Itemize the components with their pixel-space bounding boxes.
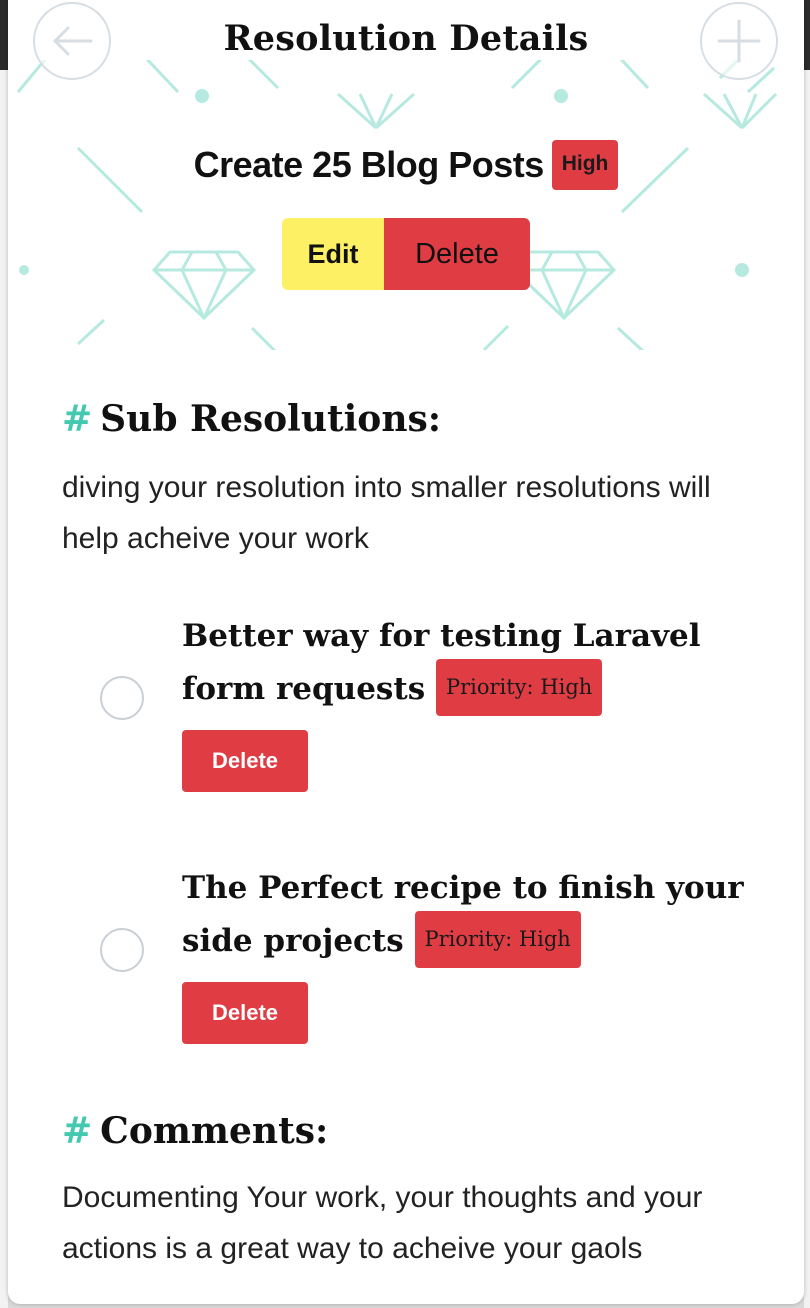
add-button[interactable]: [700, 2, 778, 80]
priority-badge: Priority: High: [414, 911, 581, 968]
sub-resolution-title: The Perfect recipe to finish your side p…: [182, 862, 762, 971]
comments-description: Documenting Your work, your thoughts and…: [62, 1181, 703, 1265]
complete-radio[interactable]: [100, 676, 144, 720]
edit-button[interactable]: Edit: [282, 218, 384, 290]
hash-icon: #: [62, 1110, 93, 1152]
diamond-pattern-background: [16, 60, 778, 350]
sub-resolutions-description: diving your resolution into smaller reso…: [62, 471, 711, 555]
sub-resolutions-heading: # Sub Resolutions:: [62, 398, 441, 440]
comments-heading: # Comments:: [62, 1110, 328, 1152]
background-right-edge: [804, 70, 810, 1308]
modal-header: Resolution Details: [8, 0, 804, 90]
comments-heading-text: Comments:: [100, 1110, 329, 1152]
plus-icon: [717, 19, 761, 63]
hash-icon: #: [62, 398, 93, 440]
delete-sub-resolution-button[interactable]: Delete: [182, 730, 308, 792]
delete-sub-resolution-button[interactable]: Delete: [182, 982, 308, 1044]
complete-radio[interactable]: [100, 928, 144, 972]
resolution-details-modal: Resolution Details Create 25 Blog Posts H…: [8, 0, 804, 1304]
background-left-edge: [0, 70, 8, 1308]
resolution-title: Create 25 Blog Posts: [193, 144, 545, 185]
sub-resolutions-heading-text: Sub Resolutions:: [100, 398, 442, 440]
resolution-actions: Edit Delete: [282, 218, 530, 290]
priority-badge: Priority: High: [435, 659, 603, 716]
delete-resolution-button[interactable]: Delete: [384, 218, 530, 290]
page-title: Resolution Details: [223, 18, 589, 59]
priority-badge: High: [551, 140, 619, 190]
sub-resolution-title: Better way for testing Laravel form requ…: [182, 610, 762, 719]
resolution-title-row: Create 25 Blog Posts High: [8, 140, 804, 190]
